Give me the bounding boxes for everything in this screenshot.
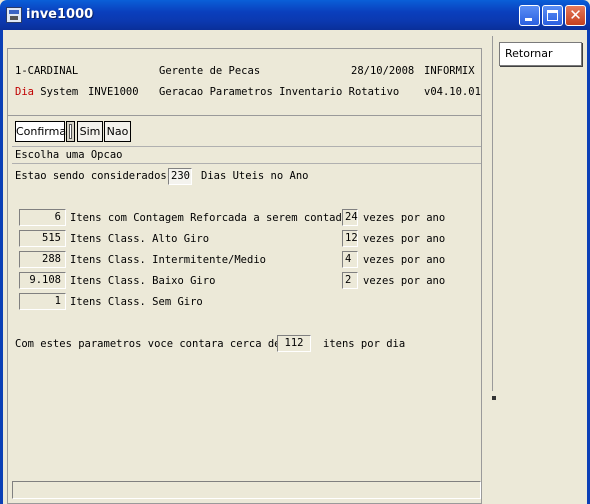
current-date: 28/10/2008: [351, 65, 415, 77]
times-field-intermitente[interactable]: 4: [342, 251, 358, 268]
close-button[interactable]: ✕: [565, 5, 586, 26]
version: v04.10.01: [424, 86, 481, 98]
times-field-alto-giro[interactable]: 12: [342, 230, 358, 247]
times-suffix-baixo-giro: vezes por ano: [363, 275, 446, 287]
confirma-button[interactable]: Confirma: [15, 121, 66, 142]
maximize-button[interactable]: [542, 5, 563, 26]
sim-button[interactable]: Sim: [77, 121, 103, 142]
minimize-button[interactable]: [519, 5, 540, 26]
times-field-reforcada[interactable]: 24: [342, 209, 358, 226]
system-name: Dia System: [15, 86, 78, 98]
menu-divider-top: [12, 146, 481, 147]
menu-cursor: [66, 121, 75, 142]
status-bar: [12, 481, 481, 499]
system-prefix: Dia: [15, 86, 34, 98]
system-word: System: [33, 86, 79, 98]
company-name: 1-CARDINAL: [15, 65, 79, 77]
times-field-baixo-giro[interactable]: 2: [342, 272, 358, 289]
side-panel: [492, 36, 586, 391]
summary-label: Com estes parametros voce contara cerca …: [15, 338, 281, 350]
count-field-reforcada[interactable]: 6: [19, 209, 66, 226]
menu-prompt: Escolha uma Opcao: [15, 149, 123, 161]
close-icon: ✕: [569, 6, 582, 24]
maximize-icon: [547, 10, 558, 21]
app-icon: [6, 7, 22, 23]
minimize-icon: [525, 18, 532, 21]
count-field-intermitente[interactable]: 288: [19, 251, 66, 268]
program-description: Geracao Parametros Inventario Rotativo: [159, 86, 400, 98]
row-label-baixo-giro: Itens Class. Baixo Giro: [70, 275, 216, 287]
summary-suffix: itens por dia: [323, 338, 406, 350]
module-name: Gerente de Pecas: [159, 65, 261, 77]
return-button[interactable]: Retornar: [499, 42, 582, 66]
row-label-reforcada: Itens com Contagem Reforcada a serem con…: [70, 212, 355, 224]
program-code: INVE1000: [88, 86, 139, 98]
days-suffix: Dias Uteis no Ano: [201, 170, 309, 182]
title-bar[interactable]: inve1000 ✕: [0, 0, 590, 30]
row-label-alto-giro: Itens Class. Alto Giro: [70, 233, 210, 245]
count-field-baixo-giro[interactable]: 9.108: [19, 272, 66, 289]
row-label-sem-giro: Itens Class. Sem Giro: [70, 296, 203, 308]
days-field[interactable]: 230: [168, 168, 192, 185]
window-title: inve1000: [26, 7, 94, 22]
nao-button[interactable]: Nao: [104, 121, 131, 142]
menu-divider-bottom: [12, 163, 481, 164]
count-field-sem-giro[interactable]: 1: [19, 293, 66, 310]
days-label: Estao sendo considerados: [15, 170, 167, 182]
database-name: INFORMIX: [424, 65, 475, 77]
summary-field[interactable]: 112: [277, 335, 311, 352]
row-label-intermitente: Itens Class. Intermitente/Medio: [70, 254, 266, 266]
times-suffix-intermitente: vezes por ano: [363, 254, 446, 266]
splitter-handle[interactable]: [492, 396, 496, 400]
times-suffix-alto-giro: vezes por ano: [363, 233, 446, 245]
times-suffix-reforcada: vezes por ano: [363, 212, 446, 224]
count-field-alto-giro[interactable]: 515: [19, 230, 66, 247]
header-divider: [8, 115, 481, 116]
